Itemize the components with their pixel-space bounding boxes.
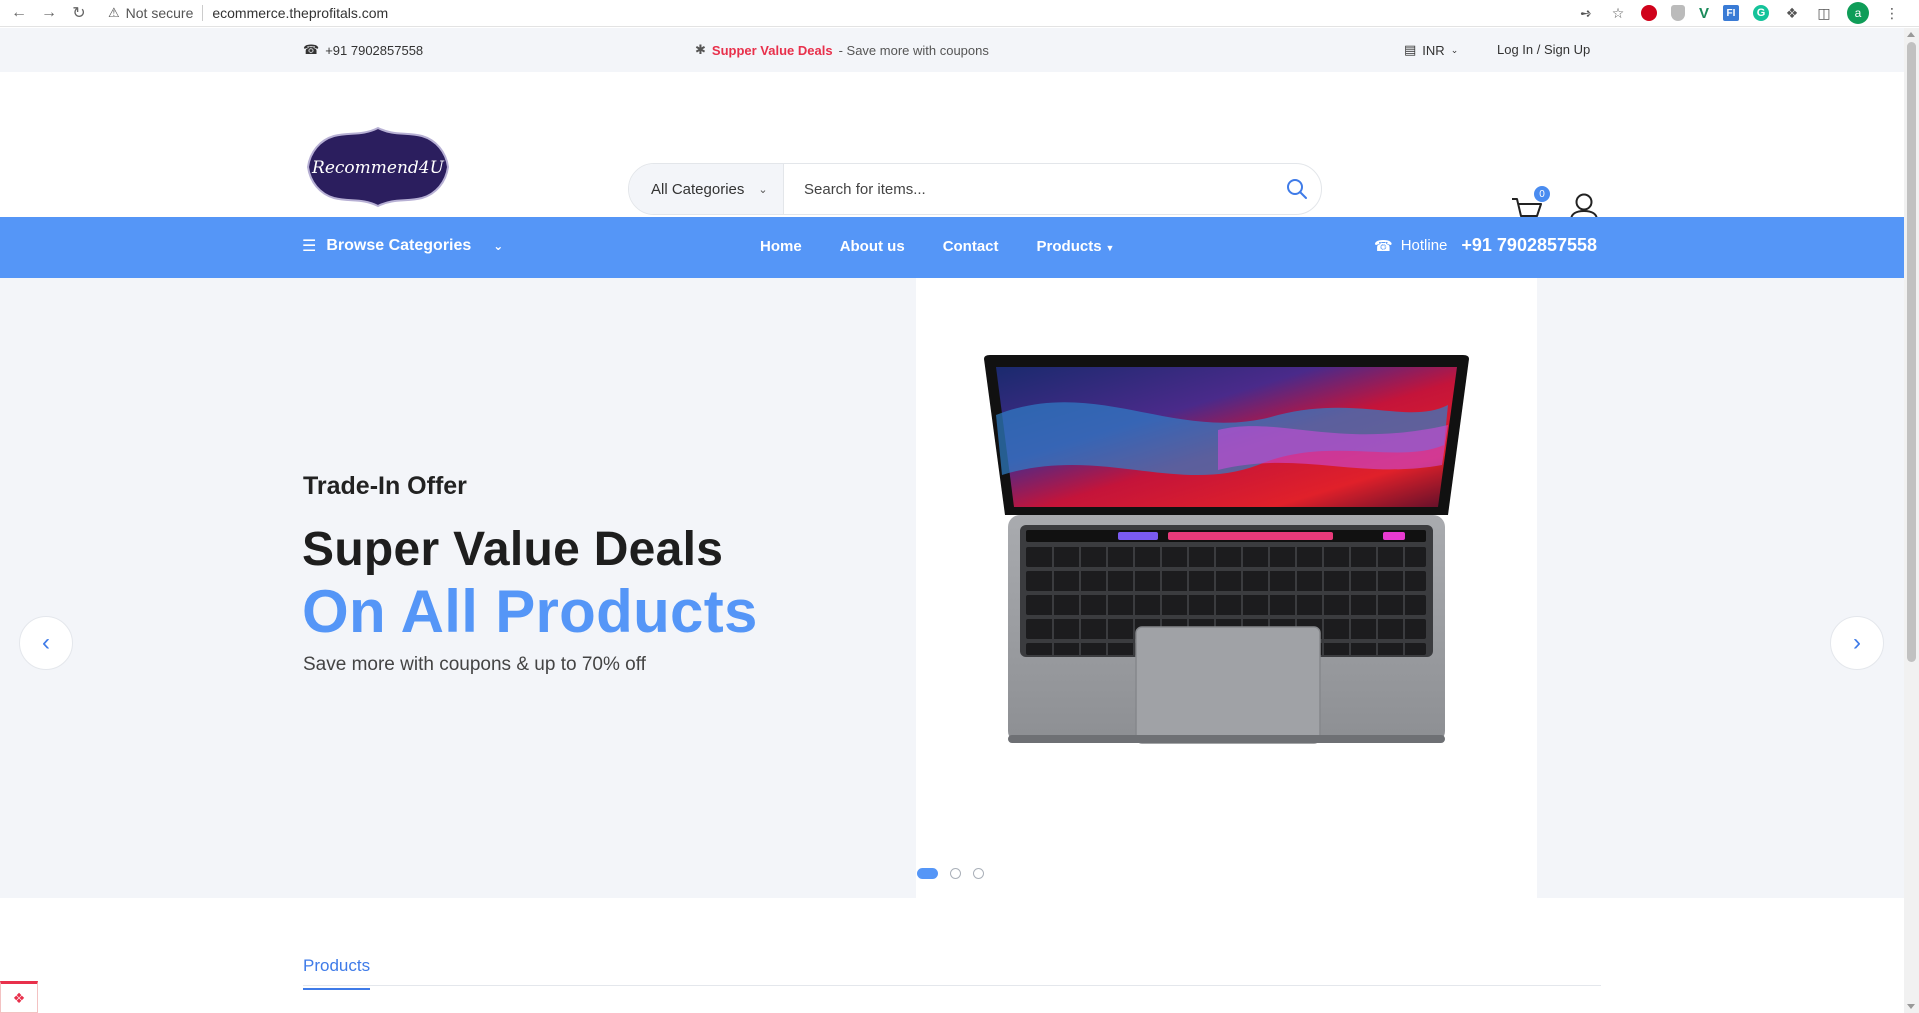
promo-banner: ✱ Supper Value Deals - Save more with co… [695, 42, 989, 58]
scroll-up-icon[interactable] [1907, 32, 1915, 37]
scroll-down-icon[interactable] [1907, 1004, 1915, 1009]
top-phone-number: +91 7902857558 [325, 42, 424, 58]
chevron-left-icon: ‹ [42, 629, 50, 656]
cart-count-badge: 0 [1534, 186, 1550, 202]
laptop-image [984, 355, 1469, 744]
category-select-label: All Categories [651, 180, 745, 198]
chevron-down-icon: ⌄ [758, 183, 768, 196]
nav-item-contact[interactable]: Contact [943, 238, 999, 255]
slider-dot[interactable] [973, 868, 984, 879]
adblock-extension-icon[interactable] [1640, 5, 1657, 21]
chevron-down-icon: ⌄ [1450, 44, 1459, 55]
fi-extension-icon[interactable]: FI [1723, 5, 1739, 21]
category-select[interactable]: All Categories ⌄ [629, 164, 784, 214]
share-icon[interactable]: ➺ [1577, 4, 1595, 22]
slider-pagination [917, 868, 984, 879]
top-phone[interactable]: ☎ +91 7902857558 [303, 42, 423, 58]
phone-icon: ☎ [303, 42, 320, 57]
nav-menu: Home About us Contact Products ▼ [760, 238, 1114, 255]
nav-item-products-label: Products [1036, 238, 1102, 255]
kebab-menu-icon[interactable]: ⋮ [1883, 4, 1901, 22]
chevron-right-icon: › [1853, 629, 1861, 656]
browse-categories-button[interactable]: ☰ Browse Categories ⌄ [302, 236, 503, 256]
hero-subtitle: Trade-In Offer [303, 472, 467, 500]
hotline[interactable]: ☎ Hotline +91 7902857558 [1374, 235, 1597, 256]
reload-icon[interactable]: ↻ [68, 2, 90, 24]
hero-slider: Trade-In Offer Super Value Deals On All … [0, 278, 1904, 898]
nav-item-home[interactable]: Home [760, 238, 802, 255]
slider-prev-button[interactable]: ‹ [19, 616, 73, 670]
search-icon [1287, 179, 1307, 199]
login-signup-link[interactable]: Log In / Sign Up [1497, 42, 1590, 57]
nav-item-products[interactable]: Products ▼ [1037, 238, 1115, 255]
asterisk-icon: ✱ [695, 42, 706, 57]
scrollbar-thumb[interactable] [1907, 42, 1916, 662]
money-icon: ▤ [1404, 42, 1417, 57]
hero-description: Save more with coupons & up to 70% off [303, 654, 646, 675]
warning-icon: ⚠ [108, 5, 120, 20]
divider [202, 5, 204, 21]
grammarly-extension-icon[interactable]: G [1753, 5, 1769, 21]
browser-actions: ➺ ☆ V FI G ❖ ◫ a ⋮ [1577, 2, 1901, 24]
page: ☎ +91 7902857558 ✱ Supper Value Deals - … [0, 28, 1904, 1013]
site-header: Recommend4U All Categories ⌄ 0 [0, 72, 1904, 227]
phone-icon: ☎ [1374, 237, 1393, 255]
chevron-down-icon: ▼ [1105, 243, 1115, 253]
hero-title-line1: Super Value Deals [302, 523, 724, 576]
promo-text: - Save more with coupons [838, 42, 989, 58]
currency-selector[interactable]: ▤ INR ⌄ [1404, 42, 1458, 58]
vue-extension-icon[interactable]: V [1699, 5, 1709, 22]
logo-text: Recommend4U [311, 158, 445, 178]
forward-icon[interactable]: → [38, 2, 60, 24]
promo-highlight: Supper Value Deals [711, 42, 833, 58]
chevron-down-icon: ⌄ [493, 239, 504, 253]
page-scrollbar[interactable] [1904, 28, 1919, 1013]
slider-dot[interactable] [917, 868, 938, 879]
main-navbar: ☰ Browse Categories ⌄ Home About us Cont… [0, 217, 1904, 278]
nav-item-about[interactable]: About us [840, 238, 905, 255]
address-bar[interactable]: ⚠ Not secure ecommerce.theprofitals.com [108, 1, 1608, 25]
currency-label: INR [1422, 42, 1445, 58]
hotline-number: +91 7902857558 [1461, 235, 1598, 255]
browse-categories-label: Browse Categories [326, 237, 472, 254]
slider-next-button[interactable]: › [1830, 616, 1884, 670]
hotline-label: Hotline [1400, 237, 1448, 254]
search-bar: All Categories ⌄ [628, 163, 1322, 215]
security-label: Not secure [125, 5, 194, 21]
site-logo[interactable]: Recommend4U [306, 126, 451, 208]
browser-toolbar: ← → ↻ ⚠ Not secure ecommerce.theprofital… [0, 0, 1919, 27]
hero-title-line2: On All Products [302, 578, 758, 645]
puzzle-icon[interactable]: ❖ [1783, 4, 1801, 22]
back-icon[interactable]: ← [8, 2, 30, 24]
shield-extension-icon[interactable] [1670, 5, 1685, 21]
bookmark-star-icon[interactable]: ☆ [1609, 4, 1627, 22]
slider-dot[interactable] [950, 868, 961, 879]
url-text[interactable]: ecommerce.theprofitals.com [212, 5, 388, 21]
search-button[interactable] [1273, 164, 1321, 214]
profile-avatar[interactable]: a [1847, 2, 1869, 24]
debugbar-icon[interactable]: ❖ [0, 981, 38, 1013]
list-icon: ☰ [302, 238, 317, 255]
products-section: Products [0, 898, 1904, 1013]
search-input[interactable] [784, 164, 1273, 214]
top-info-bar: ☎ +91 7902857558 ✱ Supper Value Deals - … [0, 28, 1904, 72]
divider [303, 985, 1601, 986]
side-panel-icon[interactable]: ◫ [1815, 4, 1833, 22]
